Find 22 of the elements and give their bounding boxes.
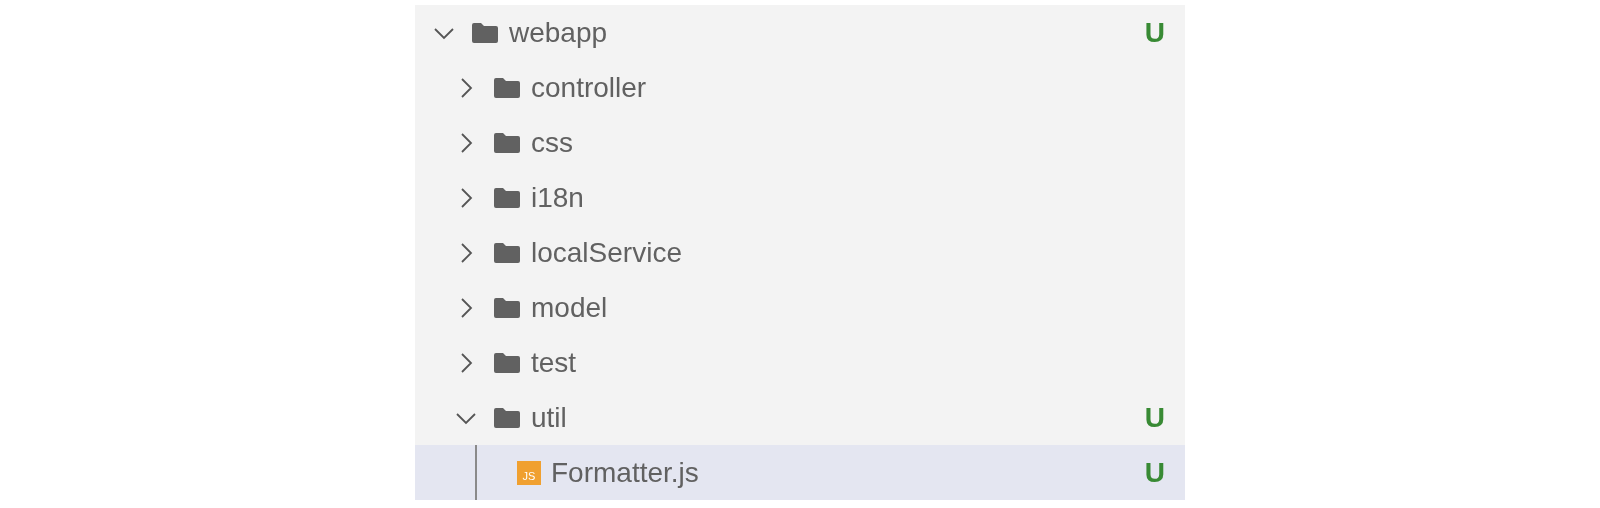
folder-icon — [493, 296, 521, 319]
folder-icon — [493, 186, 521, 209]
javascript-file-icon: JS — [517, 460, 541, 485]
tree-item[interactable]: JS Formatter.js U — [415, 445, 1185, 500]
folder-icon — [493, 131, 521, 154]
folder-icon — [493, 351, 521, 374]
item-label: webapp — [509, 15, 608, 50]
item-label: model — [531, 290, 608, 325]
folder-icon — [493, 76, 521, 99]
git-status-letter: U — [1144, 455, 1165, 490]
folder-icon — [493, 406, 521, 429]
item-label: controller — [531, 70, 647, 105]
git-status-letter: U — [1144, 15, 1165, 50]
git-status-letter: U — [1144, 400, 1165, 435]
folder-icon — [471, 21, 499, 44]
folder-icon — [493, 241, 521, 264]
item-label: localService — [531, 235, 682, 270]
item-label: Formatter.js — [551, 455, 699, 490]
item-label: util — [531, 400, 567, 435]
item-label: i18n — [531, 180, 584, 215]
item-label: test — [531, 345, 577, 380]
item-label: css — [531, 125, 573, 160]
